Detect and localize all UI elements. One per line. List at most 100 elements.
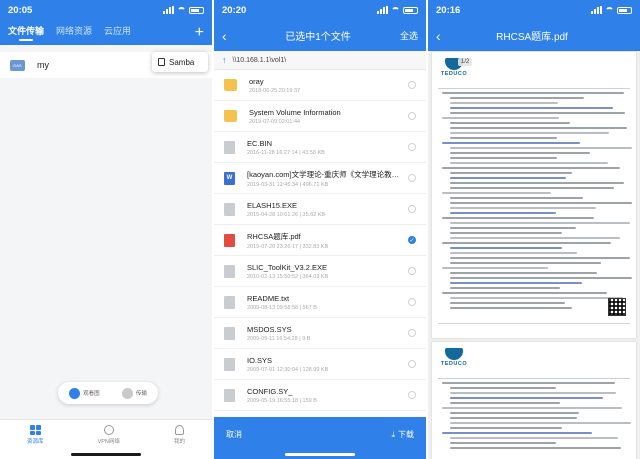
unchecked-circle-icon[interactable] xyxy=(408,329,416,337)
pdf-page-2[interactable]: TEDUCO xyxy=(432,342,636,459)
file-row[interactable]: W [kaoyan.com]文学理论-重庆师《文学理论教… 2019-03-31 1… xyxy=(214,163,426,194)
pill-transfer-button[interactable]: 传输 xyxy=(121,387,147,399)
pdf-text-line xyxy=(450,182,624,184)
status-icons xyxy=(163,6,204,14)
pdf-text-lines xyxy=(438,92,633,309)
file-icon xyxy=(224,295,235,309)
file-name: CONFIG.SY_ xyxy=(247,386,293,396)
back-icon[interactable]: ‹ xyxy=(436,28,454,44)
unchecked-circle-icon[interactable] xyxy=(408,267,416,275)
unchecked-circle-icon[interactable] xyxy=(408,143,416,151)
pill-left-label: 观看图 xyxy=(83,391,100,397)
file-name: RHCSA题库.pdf xyxy=(247,231,301,241)
file-meta: 2010-02-13 15:50:52 | 364.09 KB xyxy=(247,273,329,280)
signal-icon xyxy=(377,6,388,14)
file-name: MSDOS.SYS xyxy=(247,324,292,334)
pdf-text-line xyxy=(450,227,577,229)
pdf-text-line xyxy=(450,442,556,444)
selection-title: 已选中1个文件 xyxy=(285,32,351,43)
file-row[interactable]: IO.SYS 2009-07-01 12:30:04 | 128.99 KB xyxy=(214,349,426,380)
pdf-text-line xyxy=(450,282,582,284)
file-row[interactable]: CONFIG.SY_ 2009-05-19 16:55:18 | 159 B xyxy=(214,380,426,411)
file-meta: 2019-07-09 02:01:44 xyxy=(249,118,301,125)
pdf-text-line xyxy=(450,137,558,139)
bottom-nav: 资源库 VPN网络 我的 xyxy=(0,419,212,459)
tab-network-resources[interactable]: 网络资源 xyxy=(56,24,92,41)
word-doc-icon: W xyxy=(224,171,235,185)
battery-icon xyxy=(403,6,418,14)
pdf-text-line xyxy=(450,122,571,124)
file-row[interactable]: EC.BIN 2016-11-28 16:27:14 | 43.58 KB xyxy=(214,132,426,163)
checked-icon[interactable]: ✓ xyxy=(408,236,416,244)
file-row[interactable]: oray 2018-06-25 20:19:37 xyxy=(214,70,426,101)
pdf-text-line xyxy=(442,242,611,244)
back-icon[interactable]: ‹ xyxy=(222,28,240,44)
phone-file-browser: 20:20 ‹ 已选中1个文件 全选 ↑ \\10.168.1.1\vol1\ … xyxy=(214,0,426,459)
unchecked-circle-icon[interactable] xyxy=(408,205,416,213)
file-text: System Volume Information 2019-07-09 02:0… xyxy=(249,108,408,125)
file-icon xyxy=(224,264,235,278)
add-menu-popup: Samba xyxy=(152,52,208,72)
nav-item-mine[interactable]: 我的 xyxy=(174,425,185,459)
add-button[interactable]: + xyxy=(195,24,204,41)
logo-mark-icon xyxy=(445,348,463,360)
path-text: \\10.168.1.1\vol1\ xyxy=(232,56,287,64)
unchecked-circle-icon[interactable] xyxy=(408,391,416,399)
pdf-text-line xyxy=(442,432,593,434)
path-breadcrumb[interactable]: ↑ \\10.168.1.1\vol1\ xyxy=(214,51,426,70)
unchecked-circle-icon[interactable] xyxy=(408,360,416,368)
file-row[interactable]: RHCSA题库.pdf 2019-07-20 23:26:17 | 332.83 … xyxy=(214,225,426,256)
file-text: MSDOS.SYS 2009-09-11 16:54:28 | 9 B xyxy=(247,325,408,342)
pdf-text-line xyxy=(450,222,631,224)
pdf-icon xyxy=(224,233,235,247)
floating-pill: 观看图 传输 xyxy=(58,382,158,404)
tab-cloud-apps[interactable]: 云应用 xyxy=(104,24,131,41)
pdf-text-line xyxy=(442,167,620,169)
unchecked-circle-icon[interactable] xyxy=(408,112,416,120)
pdf-text-line xyxy=(450,112,625,114)
nav-item-library[interactable]: 资源库 xyxy=(27,425,44,459)
file-text: SLIC_ToolKit_V3.2.EXE 2010-02-13 15:50:52… xyxy=(247,263,408,280)
nav-label-mine: 我的 xyxy=(173,439,185,445)
file-text: README.txt 2009-08-13 09:58:58 | 567 B xyxy=(247,294,408,311)
file-row[interactable]: SLIC_ToolKit_V3.2.EXE 2010-02-13 15:50:52… xyxy=(214,256,426,287)
pdf-text-line xyxy=(450,127,627,129)
title-bar: ‹ RHCSA题库.pdf xyxy=(428,20,640,51)
file-row[interactable]: MSDOS.SYS 2009-09-11 16:54:28 | 9 B xyxy=(214,318,426,349)
file-row[interactable]: ELASH15.EXE 2015-04-28 10:01:26 | 35.62 K… xyxy=(214,194,426,225)
download-button[interactable]: ⤓ 下载 xyxy=(391,429,414,440)
pdf-text-line xyxy=(450,287,560,289)
pdf-text-line xyxy=(450,277,632,279)
logo-text: TEDUCO xyxy=(440,71,468,77)
pdf-text-line xyxy=(450,132,610,134)
pdf-text-line xyxy=(450,307,573,309)
file-meta: 2009-09-11 16:54:28 | 9 B xyxy=(247,335,311,342)
pdf-text-line xyxy=(450,392,617,394)
pill-left-button[interactable]: 观看图 xyxy=(69,387,100,399)
pdf-text-line xyxy=(450,212,556,214)
unchecked-circle-icon[interactable] xyxy=(408,298,416,306)
pdf-page-1[interactable]: TEDUCO 1/2 xyxy=(432,52,636,338)
select-all-button[interactable]: 全选 xyxy=(396,29,418,42)
tab-file-transfer[interactable]: 文件传输 xyxy=(8,24,44,41)
phone-pdf-viewer: 20:16 ‹ RHCSA题库.pdf TEDUCO 1/2 TEDUCO xyxy=(428,0,640,459)
pdf-text-line xyxy=(450,232,563,234)
pdf-text-line xyxy=(450,262,602,264)
action-bar: 取消 ⤓ 下载 xyxy=(214,417,426,459)
unchecked-circle-icon[interactable] xyxy=(408,81,416,89)
file-meta: 2009-07-01 12:30:04 | 128.99 KB xyxy=(247,366,329,373)
unchecked-circle-icon[interactable] xyxy=(408,174,416,182)
file-row[interactable]: README.txt 2009-08-13 09:58:58 | 567 B xyxy=(214,287,426,318)
teduco-logo: TEDUCO xyxy=(438,348,470,374)
up-arrow-icon[interactable]: ↑ xyxy=(222,55,227,65)
cancel-button[interactable]: 取消 xyxy=(226,429,242,440)
pdf-text-line xyxy=(442,382,615,384)
pdf-text-line xyxy=(450,272,597,274)
menu-item-samba[interactable]: Samba xyxy=(169,58,194,67)
pdf-text-line xyxy=(450,247,562,249)
file-row[interactable]: System Volume Information 2019-07-09 02:0… xyxy=(214,101,426,132)
file-meta: 2019-07-20 23:26:17 | 332.83 KB xyxy=(247,243,329,250)
pdf-text-line xyxy=(442,92,625,94)
pdf-text-line xyxy=(450,157,557,159)
home-indicator xyxy=(285,453,355,456)
